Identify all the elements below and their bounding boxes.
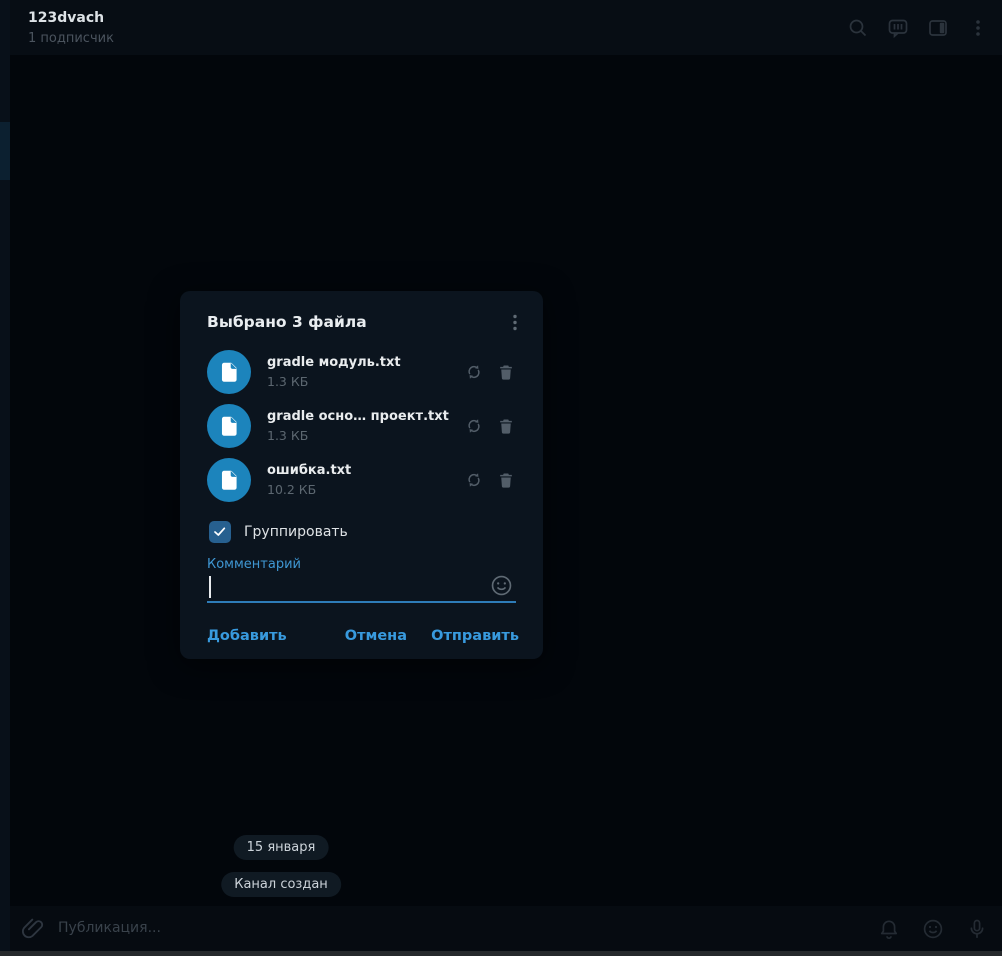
menu-kebab-icon[interactable] [966, 16, 990, 40]
file-row: gradle модуль.txt 1.3 КБ [207, 345, 516, 399]
comments-icon[interactable] [886, 16, 910, 40]
group-option: Группировать [209, 521, 348, 543]
sidebar-toggle-icon[interactable] [926, 16, 950, 40]
document-icon [207, 404, 251, 448]
header-actions [846, 16, 990, 40]
search-icon[interactable] [846, 16, 870, 40]
replace-file-icon[interactable] [464, 416, 484, 436]
replace-file-icon[interactable] [464, 470, 484, 490]
file-actions [464, 470, 516, 490]
channel-created-badge: Канал создан [221, 872, 341, 897]
file-meta: gradle модуль.txt 1.3 КБ [267, 355, 464, 389]
window-bottom-edge [0, 951, 1002, 956]
composer-placeholder[interactable]: Публикация... [58, 920, 161, 936]
paperclip-icon[interactable] [20, 916, 46, 942]
dialog-buttons: Добавить Отмена Отправить [180, 618, 543, 659]
file-meta: ошибка.txt 10.2 КБ [267, 463, 464, 497]
channel-subscribers: 1 подписчик [28, 31, 114, 46]
smiley-icon[interactable] [921, 917, 945, 941]
microphone-icon[interactable] [965, 917, 989, 941]
selected-chat-edge[interactable] [0, 122, 10, 180]
dialog-title: Выбрано 3 файла [207, 313, 367, 331]
date-badge[interactable]: 15 января [233, 835, 329, 860]
group-checkbox[interactable] [209, 521, 231, 543]
file-size: 1.3 КБ [267, 374, 309, 389]
file-meta: gradle осно… проект.txt 1.3 КБ [267, 409, 464, 443]
add-button[interactable]: Добавить [207, 628, 287, 644]
file-name: gradle модуль.txt [267, 355, 401, 370]
group-checkbox-label[interactable]: Группировать [244, 524, 348, 540]
dialog-menu-kebab-icon[interactable] [503, 311, 527, 335]
file-size: 10.2 КБ [267, 482, 317, 497]
file-row: ошибка.txt 10.2 КБ [207, 453, 516, 507]
document-icon [207, 350, 251, 394]
delete-file-icon[interactable] [496, 362, 516, 382]
send-files-dialog: Выбрано 3 файла gradle модуль.txt 1.3 КБ… [180, 291, 543, 659]
replace-file-icon[interactable] [464, 362, 484, 382]
comment-underline [207, 601, 516, 603]
bell-icon[interactable] [877, 917, 901, 941]
file-name: ошибка.txt [267, 463, 352, 478]
comment-input[interactable] [207, 575, 516, 601]
message-composer: Публикация... [10, 906, 1002, 951]
telegram-window: 123dvach 1 подписчик Выбрано 3 файла gra… [0, 0, 1002, 956]
emoji-picker-icon[interactable] [489, 573, 514, 598]
delete-file-icon[interactable] [496, 470, 516, 490]
file-size: 1.3 КБ [267, 428, 309, 443]
chat-header: 123dvach 1 подписчик [10, 0, 1002, 55]
file-name: gradle осно… проект.txt [267, 409, 449, 424]
cancel-button[interactable]: Отмена [345, 628, 407, 644]
delete-file-icon[interactable] [496, 416, 516, 436]
document-icon [207, 458, 251, 502]
file-row: gradle осно… проект.txt 1.3 КБ [207, 399, 516, 453]
file-actions [464, 416, 516, 436]
send-button[interactable]: Отправить [431, 628, 519, 644]
comment-field-label: Комментарий [207, 557, 301, 572]
file-actions [464, 362, 516, 382]
channel-title[interactable]: 123dvach [28, 10, 104, 26]
composer-actions [877, 917, 989, 941]
comment-field[interactable] [207, 575, 516, 601]
text-caret [209, 576, 211, 598]
